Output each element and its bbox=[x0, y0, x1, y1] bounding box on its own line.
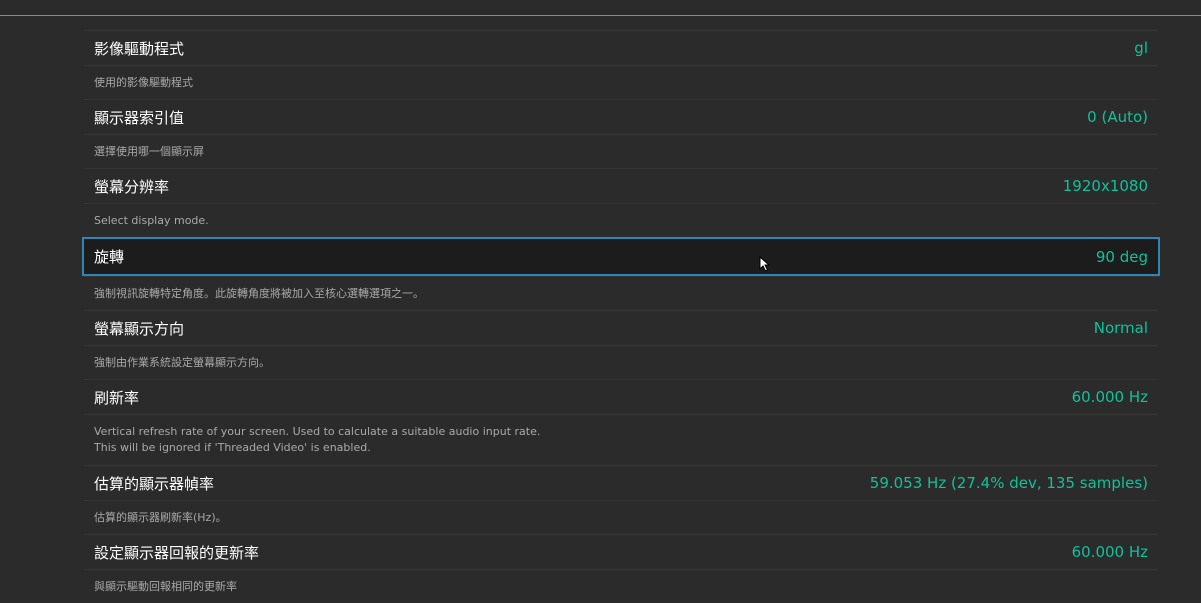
setting-screen-orientation[interactable]: 螢幕顯示方向 Normal bbox=[84, 310, 1158, 345]
setting-rotation[interactable]: 旋轉 90 deg bbox=[82, 237, 1160, 276]
description-line: This will be ignored if 'Threaded Video'… bbox=[94, 441, 371, 454]
setting-label: 刷新率 bbox=[94, 388, 140, 407]
header-divider bbox=[0, 15, 1201, 16]
setting-monitor-index[interactable]: 顯示器索引值 0 (Auto) bbox=[84, 99, 1158, 134]
description-line: 強制視訊旋轉特定角度。此旋轉角度將被加入至核心選轉選項之一。 bbox=[94, 286, 424, 300]
setting-label: 設定顯示器回報的更新率 bbox=[94, 543, 260, 562]
setting-value: 59.053 Hz (27.4% dev, 135 samples) bbox=[869, 474, 1148, 492]
setting-description: 強制視訊旋轉特定角度。此旋轉角度將被加入至核心選轉選項之一。 bbox=[84, 276, 1158, 310]
setting-estimated-framerate[interactable]: 估算的顯示器幀率 59.053 Hz (27.4% dev, 135 sampl… bbox=[84, 465, 1158, 500]
description-line: Select display mode. bbox=[94, 213, 209, 227]
setting-value: 90 deg bbox=[1095, 247, 1148, 266]
setting-video-driver[interactable]: 影像驅動程式 gl bbox=[84, 30, 1158, 65]
setting-description: 選擇使用哪一個顯示屏 bbox=[84, 134, 1158, 168]
settings-list: 影像驅動程式 gl 使用的影像驅動程式 顯示器索引值 0 (Auto) 選擇使用… bbox=[82, 30, 1160, 603]
setting-description: Vertical refresh rate of your screen. Us… bbox=[84, 414, 1158, 465]
setting-description: 估算的顯示器刷新率(Hz)。 bbox=[84, 500, 1158, 534]
setting-value: 1920x1080 bbox=[1062, 177, 1148, 195]
setting-label: 估算的顯示器幀率 bbox=[94, 474, 215, 493]
setting-label: 影像驅動程式 bbox=[94, 39, 185, 58]
setting-value: gl bbox=[1134, 39, 1148, 57]
setting-resolution[interactable]: 螢幕分辨率 1920x1080 bbox=[84, 168, 1158, 203]
setting-label: 螢幕分辨率 bbox=[94, 177, 170, 196]
description-line: Vertical refresh rate of your screen. Us… bbox=[94, 425, 541, 438]
setting-refresh-rate[interactable]: 刷新率 60.000 Hz bbox=[84, 379, 1158, 414]
mouse-pointer-icon bbox=[759, 256, 771, 272]
description-line: 強制由作業系統設定螢幕顯示方向。 bbox=[94, 355, 270, 369]
setting-value: Normal bbox=[1093, 319, 1148, 337]
setting-value: 60.000 Hz bbox=[1071, 543, 1148, 561]
setting-description: 強制由作業系統設定螢幕顯示方向。 bbox=[84, 345, 1158, 379]
setting-label: 顯示器索引值 bbox=[94, 108, 185, 127]
setting-description: 與顯示驅動回報相同的更新率 bbox=[84, 569, 1158, 603]
setting-value: 0 (Auto) bbox=[1087, 108, 1148, 126]
setting-value: 60.000 Hz bbox=[1071, 388, 1148, 406]
setting-label: 旋轉 bbox=[94, 248, 125, 266]
description-line: 使用的影像驅動程式 bbox=[94, 75, 193, 89]
description-line: 與顯示驅動回報相同的更新率 bbox=[94, 579, 237, 593]
description-line: 選擇使用哪一個顯示屏 bbox=[94, 144, 204, 158]
setting-label: 螢幕顯示方向 bbox=[94, 319, 185, 338]
setting-reported-refresh-rate[interactable]: 設定顯示器回報的更新率 60.000 Hz bbox=[84, 534, 1158, 569]
setting-description: Select display mode. bbox=[84, 203, 1158, 237]
setting-description: 使用的影像驅動程式 bbox=[84, 65, 1158, 99]
description-line: 估算的顯示器刷新率(Hz)。 bbox=[94, 510, 227, 524]
